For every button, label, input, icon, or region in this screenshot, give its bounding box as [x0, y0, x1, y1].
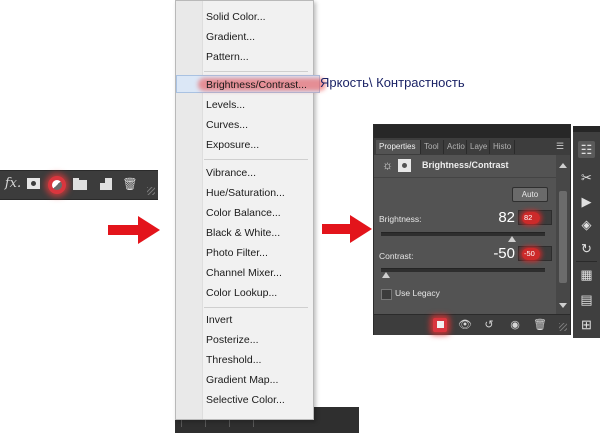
menu-item-pattern[interactable]: Pattern... — [206, 49, 249, 65]
visibility-icon[interactable]: ◉ — [508, 318, 522, 332]
history-icon[interactable]: ↻ — [578, 240, 595, 257]
menu-separator — [204, 307, 308, 308]
menu-item-black-white[interactable]: Black & White... — [206, 225, 280, 241]
properties-panel: Properties Tool Actio Laye Histo ☰ ☼ Bri… — [373, 124, 571, 335]
scroll-down-arrow[interactable] — [559, 303, 567, 308]
brightness-slider[interactable] — [381, 232, 545, 242]
strip-top-bar — [573, 126, 600, 132]
grid-icon[interactable]: ⊞ — [578, 316, 595, 333]
scroll-up-arrow[interactable] — [559, 163, 567, 168]
properties-footer: 👁 ↺ ◉ 🗑 — [374, 314, 570, 335]
arrow-to-menu — [108, 216, 160, 244]
menu-item-color-balance[interactable]: Color Balance... — [206, 205, 281, 221]
delete-icon[interactable]: 🗑 — [533, 318, 547, 332]
menu-item-solid-color[interactable]: Solid Color... — [206, 9, 266, 25]
adjustment-layer-icon[interactable] — [48, 176, 66, 194]
right-panel-strip: ☷ ✂ ▶ ◈ ↻ ▦ ▤ ⊞ — [573, 126, 600, 338]
tools-icon[interactable]: ✂ — [578, 169, 595, 186]
russian-annotation: Яркость\ Контрастность — [320, 75, 465, 90]
contrast-value: -50 — [493, 245, 515, 262]
new-layer-icon[interactable] — [98, 177, 114, 191]
menu-item-gradient-map[interactable]: Gradient Map... — [206, 372, 278, 388]
menu-item-exposure[interactable]: Exposure... — [206, 137, 259, 153]
tab-layers[interactable]: Laye — [467, 140, 490, 154]
view-previous-state-icon[interactable]: 👁 — [458, 318, 472, 332]
panel-tabs: Properties Tool Actio Laye Histo ☰ — [374, 138, 570, 155]
adjustment-layer-menu: Solid Color... Gradient... Pattern... Br… — [175, 0, 326, 420]
arrow-to-properties — [322, 215, 374, 243]
contrast-input-text: -50 — [524, 249, 535, 258]
menu-item-photo-filter[interactable]: Photo Filter... — [206, 245, 268, 261]
fx-icon[interactable]: fx. — [2, 177, 24, 191]
panel-title-bar[interactable] — [374, 125, 570, 138]
scroll-thumb[interactable] — [559, 191, 567, 283]
tab-actions[interactable]: Actio — [444, 140, 467, 154]
menu-item-color-lookup[interactable]: Color Lookup... — [206, 285, 277, 301]
brightness-sun-icon: ☼ — [382, 158, 393, 172]
resize-grip[interactable] — [147, 187, 155, 195]
tab-properties[interactable]: Properties — [376, 140, 421, 154]
panel-menu-icon[interactable]: ☰ — [556, 141, 566, 151]
menu-item-channel-mixer[interactable]: Channel Mixer... — [206, 265, 282, 281]
brightness-value: 82 — [498, 209, 515, 226]
brightness-input[interactable]: 82 — [518, 210, 552, 225]
contrast-label: Contrast: — [379, 251, 414, 261]
menu-item-brightness-contrast[interactable]: Brightness/Contrast... — [206, 77, 307, 93]
auto-button[interactable]: Auto — [512, 187, 548, 202]
menu-item-threshold[interactable]: Threshold... — [206, 352, 261, 368]
strip-separator — [576, 261, 597, 262]
add-mask-icon[interactable] — [26, 177, 42, 191]
menu-item-hue-saturation[interactable]: Hue/Saturation... — [206, 185, 285, 201]
play-icon[interactable]: ▶ — [578, 193, 595, 210]
properties-icon[interactable]: ☷ — [578, 141, 595, 158]
menu-item-curves[interactable]: Curves... — [206, 117, 248, 133]
menu-item-levels[interactable]: Levels... — [206, 97, 245, 113]
menu-separator — [204, 71, 308, 72]
properties-header: ☼ Brightness/Contrast — [374, 155, 556, 178]
reset-icon[interactable]: ↺ — [482, 318, 496, 332]
gradients-icon[interactable]: ▤ — [578, 291, 595, 308]
menu-separator — [204, 159, 308, 160]
contrast-slider[interactable] — [381, 268, 545, 278]
use-legacy-checkbox[interactable] — [381, 289, 392, 300]
menu-item-invert[interactable]: Invert — [206, 312, 232, 328]
menu-item-posterize[interactable]: Posterize... — [206, 332, 259, 348]
layers-icon[interactable]: ◈ — [578, 216, 595, 233]
brightness-input-text: 82 — [524, 213, 533, 222]
tab-history[interactable]: Histo — [490, 140, 515, 154]
menu-item-gradient[interactable]: Gradient... — [206, 29, 255, 45]
clip-to-layer-icon[interactable] — [433, 318, 447, 332]
brightness-slider-thumb[interactable] — [508, 236, 516, 242]
use-legacy-label: Use Legacy — [395, 288, 440, 298]
menu-item-vibrance[interactable]: Vibrance... — [206, 165, 256, 181]
layer-mask-icon[interactable] — [398, 159, 411, 172]
panel-scrollbar[interactable] — [556, 155, 570, 314]
contrast-input[interactable]: -50 — [518, 246, 552, 261]
menu-item-selective-color[interactable]: Selective Color... — [206, 392, 285, 408]
contrast-slider-thumb[interactable] — [382, 272, 390, 278]
menu-icon-strip — [176, 1, 203, 419]
properties-title: Brightness/Contrast — [422, 160, 509, 170]
layers-panel-toolbar: fx. 🗑 — [0, 170, 158, 200]
brightness-label: Brightness: — [379, 214, 422, 224]
swatches-icon[interactable]: ▦ — [578, 266, 595, 283]
resize-grip[interactable] — [559, 323, 567, 331]
trash-icon[interactable]: 🗑 — [122, 177, 138, 191]
group-folder-icon[interactable] — [72, 177, 88, 191]
tab-tool[interactable]: Tool — [421, 140, 444, 154]
